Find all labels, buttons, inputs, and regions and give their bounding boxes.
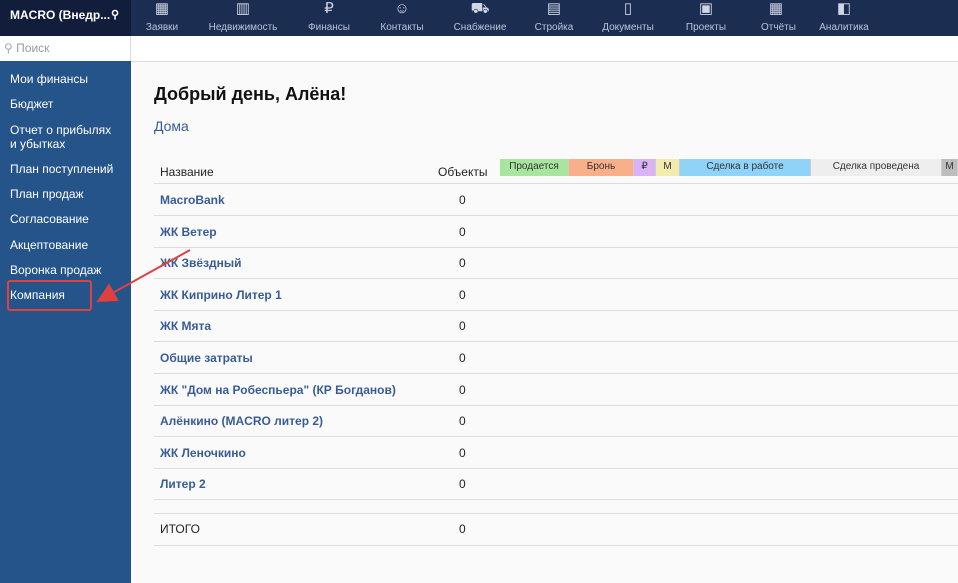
sidebar-item[interactable]: Акцептование: [10, 238, 88, 252]
arrow-annotation: [96, 249, 191, 302]
sidebar-item[interactable]: Отчет о прибылях и убытках: [10, 123, 111, 151]
sidebar-item[interactable]: План продаж: [10, 187, 84, 201]
sidebar-item[interactable]: Бюджет: [10, 97, 53, 111]
sidebar-item[interactable]: Воронка продаж: [10, 263, 101, 277]
sidebar-item[interactable]: План поступлений: [10, 162, 113, 176]
sidebar-item[interactable]: Согласование: [10, 212, 89, 226]
sidebar-item[interactable]: Компания: [10, 288, 65, 302]
sidebar-item[interactable]: Мои финансы: [10, 72, 88, 86]
